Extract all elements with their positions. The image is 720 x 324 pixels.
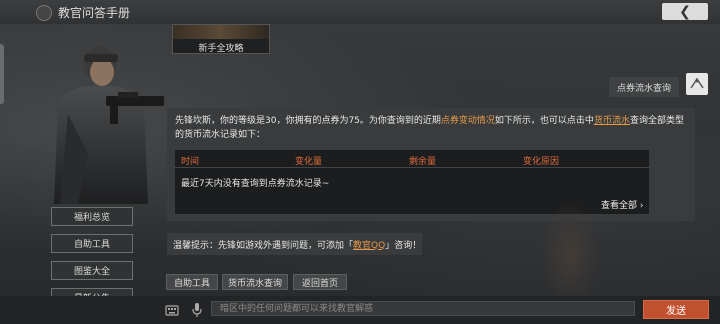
tip-bubble: 温馨提示：先锋如游戏外遇到问题，可添加「 教官QQ 」咨询！ <box>167 233 422 255</box>
back-arrow-icon: ❮ <box>679 3 691 20</box>
table-header-remaining: 剩余量 <box>409 157 437 167</box>
quick-button-self-service[interactable]: 自助工具 <box>166 274 218 290</box>
user-message-bubble: 点券流水查询 <box>609 77 679 97</box>
quick-button-home[interactable]: 返回首页 <box>293 274 347 290</box>
send-button[interactable]: 发送 <box>643 300 709 319</box>
microphone-icon[interactable] <box>191 302 203 318</box>
menu-welfare-overview[interactable]: 福利总览 <box>51 207 133 226</box>
instructor-qq-link[interactable]: 教官QQ <box>353 238 385 251</box>
menu-self-service-tools[interactable]: 自助工具 <box>51 234 133 253</box>
side-handle[interactable] <box>0 44 4 104</box>
keyboard-icon[interactable] <box>165 303 179 317</box>
back-button[interactable]: ❮ <box>662 3 708 20</box>
instructor-soldier-image <box>54 46 164 204</box>
table-header-time: 时间 <box>181 157 200 167</box>
answer-text-part2: 如下所示，也可以点击中 <box>494 116 594 126</box>
top-bar: 教官问答手册 ❮ <box>0 0 720 24</box>
background-decoration <box>540 200 600 310</box>
tip-suffix: 」咨询！ <box>385 240 422 251</box>
answer-text-part1: 先锋坎斯，你的等级是30，你拥有的点券为75。为你查询到的近期 <box>175 116 441 126</box>
table-header-reason: 变化原因 <box>523 157 560 167</box>
user-avatar-icon <box>690 77 704 89</box>
menu-encyclopedia[interactable]: 图鉴大全 <box>51 261 133 280</box>
page-title: 教官问答手册 <box>58 6 131 20</box>
view-all-label: 查看全部 <box>601 201 638 211</box>
answer-text: 先锋坎斯，你的等级是30，你拥有的点券为75。为你查询到的近期点券变动情况如下所… <box>175 114 687 142</box>
question-input[interactable] <box>211 301 635 316</box>
point-change-link[interactable]: 点券变动情况 <box>441 116 495 126</box>
quick-button-currency-flow[interactable]: 货币流水查询 <box>222 274 288 290</box>
tip-prefix: 温馨提示：先锋如游戏外遇到问题，可添加「 <box>173 240 354 251</box>
avatar <box>686 73 708 95</box>
guide-card-label: 新手全攻略 <box>198 44 244 54</box>
app-logo-icon <box>36 5 52 21</box>
table-header-change: 变化量 <box>295 157 323 167</box>
currency-flow-link[interactable]: 货币流水 <box>594 116 630 126</box>
chevron-right-icon: › <box>639 201 644 211</box>
table-divider <box>175 167 649 168</box>
guide-card[interactable]: 新手全攻略 <box>172 24 270 54</box>
table-empty-text: 最近7天内没有查询到点券流水记录~ <box>181 179 330 189</box>
view-all-link[interactable]: 查看全部 › <box>601 198 644 211</box>
answer-bubble: 先锋坎斯，你的等级是30，你拥有的点券为75。为你查询到的近期点券变动情况如下所… <box>167 108 695 221</box>
guide-card-image <box>173 25 269 39</box>
